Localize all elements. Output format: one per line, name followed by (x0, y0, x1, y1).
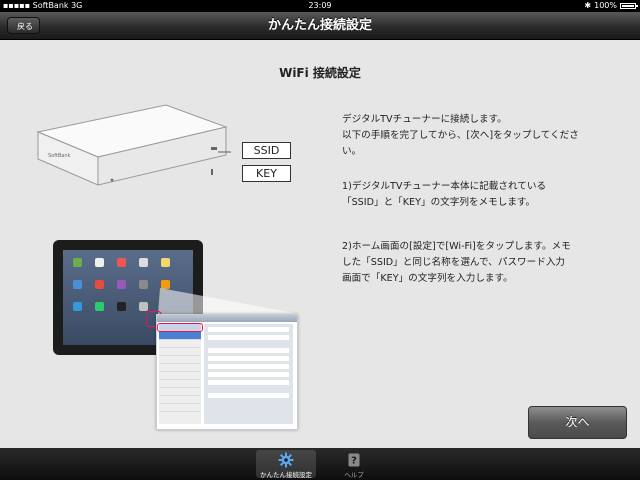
gear-icon (278, 452, 294, 468)
device-logo: SoftBank (48, 153, 71, 159)
status-bar: ▪▪▪▪▪ SoftBank 3G 23:09 ✱ 100% (0, 0, 640, 12)
settings-app-icon (139, 280, 148, 289)
next-button[interactable]: 次へ (528, 406, 627, 439)
app-icon (73, 302, 82, 311)
intro-line: い。 (342, 146, 362, 157)
tab-label: ヘルプ (344, 471, 364, 479)
tab-label: かんたん接続設定 (260, 471, 312, 479)
battery-percent: 100% (594, 1, 617, 10)
intro-text: デジタルTVチューナーに接続します。 以下の手順を完了してから、[次へ]をタップ… (342, 112, 612, 160)
step1-line: 「SSID」と「KEY」の文字列をメモします。 (342, 197, 536, 208)
step2-text: 2)ホーム画面の[設定]で[Wi-Fi]をタップします。メモ した「SSID」と… (342, 239, 612, 287)
help-icon: ? (348, 453, 360, 467)
step2-line: 画面で「KEY」の文字列を入力します。 (342, 273, 513, 284)
tab-bar: かんたん接続設定 ? ヘルプ (0, 448, 640, 480)
step1-text: 1)デジタルTVチューナー本体に記載されている 「SSID」と「KEY」の文字列… (342, 179, 612, 211)
battery-icon (620, 3, 638, 9)
bluetooth-icon: ✱ (584, 1, 592, 10)
app-icon (95, 280, 104, 289)
app-icon (161, 258, 170, 267)
section-heading: WiFi 接続設定 (279, 66, 361, 80)
step2-line: 2)ホーム画面の[設定]で[Wi-Fi]をタップします。メモ (342, 241, 571, 252)
tv-tuner-illustration: SoftBank (36, 104, 231, 186)
wifi-row-highlight (157, 323, 203, 332)
app-icon (73, 280, 82, 289)
intro-line: デジタルTVチューナーに接続します。 (342, 114, 507, 125)
app-icon (139, 258, 148, 267)
app-icon (161, 280, 170, 289)
key-label: KEY (242, 165, 291, 182)
ssid-label: SSID (242, 142, 291, 159)
app-icon (117, 280, 126, 289)
clock: 23:09 (308, 1, 332, 10)
page-title: かんたん接続設定 (267, 18, 372, 33)
navigation-bar: かんたん接続設定 戻る (0, 12, 640, 40)
step1-line: 1)デジタルTVチューナー本体に記載されている (342, 181, 547, 192)
tab-help[interactable]: ? ヘルプ (324, 450, 384, 479)
app-icon (117, 258, 126, 267)
svg-text:?: ? (351, 456, 357, 467)
step2-line: した「SSID」と同じ名称を選んで、パスワード入力 (342, 257, 566, 268)
intro-line: 以下の手順を完了してから、[次へ]をタップしてくださ (342, 130, 579, 141)
tab-easy-setup[interactable]: かんたん接続設定 (256, 450, 316, 479)
app-icon (139, 302, 148, 311)
status-right: ✱ 100% (584, 0, 638, 12)
app-icon (117, 302, 126, 311)
main-content: WiFi 接続設定 SoftBank SSID KEY デジタルTVチューナーに… (0, 40, 640, 448)
app-icon (95, 258, 104, 267)
app-icon (73, 258, 82, 267)
back-button[interactable]: 戻る (7, 17, 40, 34)
app-icon (95, 302, 104, 311)
